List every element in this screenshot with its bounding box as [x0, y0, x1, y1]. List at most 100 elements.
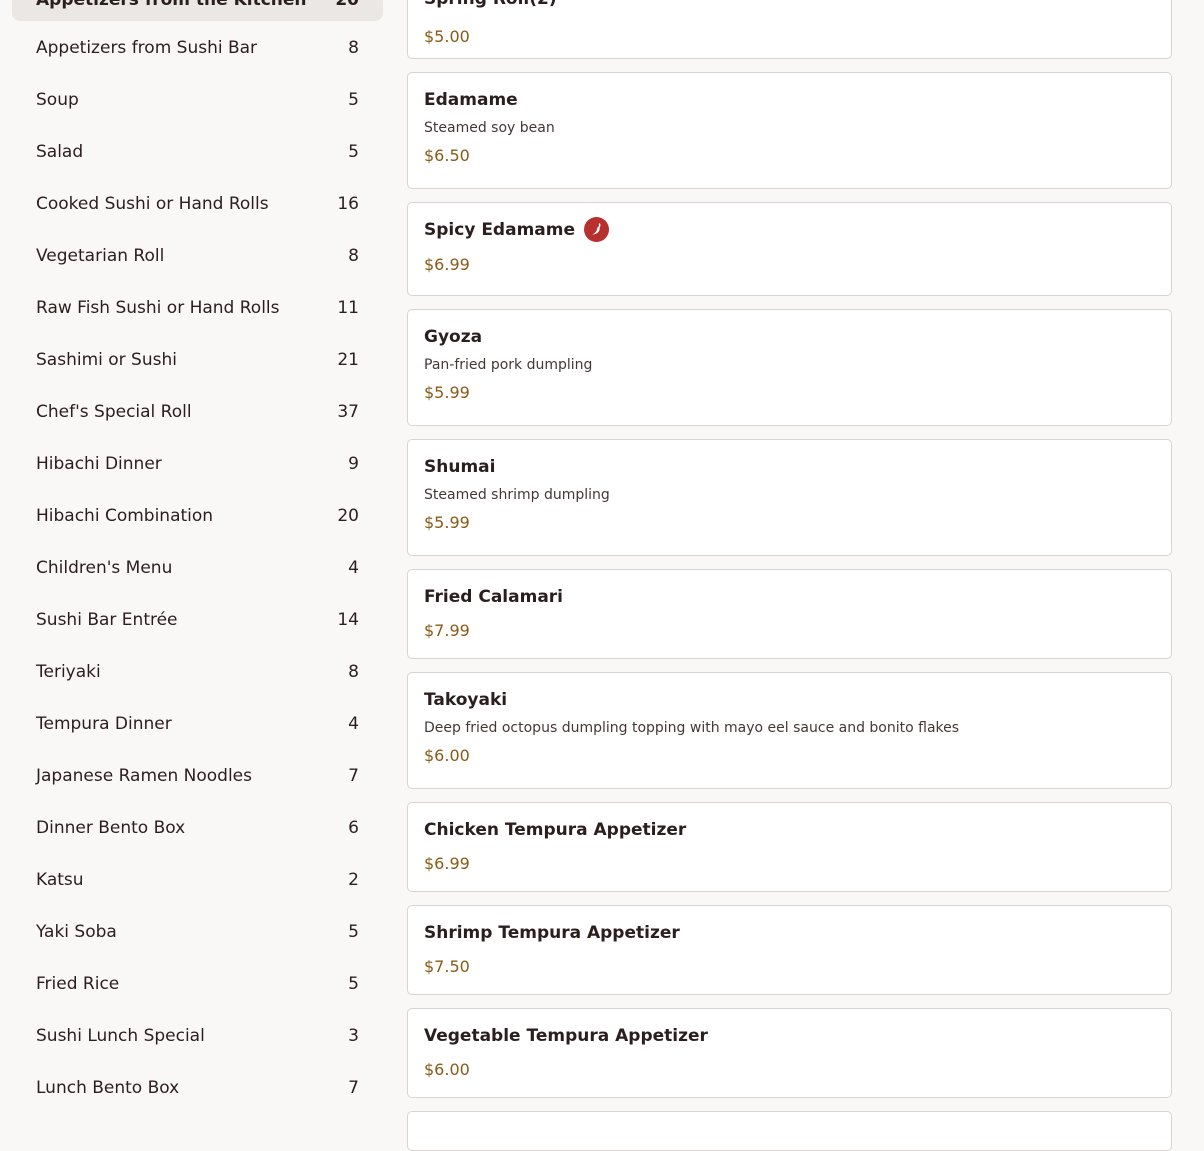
menu-item-card[interactable]: Chicken Tempura Appetizer $6.99	[407, 802, 1172, 892]
item-name: Spicy Edamame	[424, 219, 575, 240]
category-count: 6	[348, 818, 359, 838]
category-soup[interactable]: Soup 5	[12, 79, 383, 121]
category-count: 14	[337, 610, 359, 630]
category-japanese-ramen-noodles[interactable]: Japanese Ramen Noodles 7	[12, 755, 383, 797]
item-price: $6.00	[424, 1060, 470, 1079]
item-price: $6.50	[424, 146, 470, 165]
category-salad[interactable]: Salad 5	[12, 131, 383, 173]
category-teriyaki[interactable]: Teriyaki 8	[12, 651, 383, 693]
category-label: Sushi Bar Entrée	[36, 610, 178, 630]
category-appetizers-from-the-kitchen[interactable]: Appetizers from the Kitchen 20	[12, 0, 383, 21]
category-label: Appetizers from the Kitchen	[36, 0, 307, 10]
category-label: Sashimi or Sushi	[36, 350, 177, 370]
category-label: Fried Rice	[36, 974, 120, 994]
category-hibachi-dinner[interactable]: Hibachi Dinner 9	[12, 443, 383, 485]
category-count: 5	[348, 922, 359, 942]
item-name-row: Spicy Edamame	[424, 217, 1155, 242]
category-count: 5	[348, 142, 359, 162]
item-name: Vegetable Tempura Appetizer	[424, 1026, 708, 1046]
item-name: Spring Roll(2)	[424, 0, 1155, 9]
category-label: Katsu	[36, 870, 84, 890]
category-chefs-special-roll[interactable]: Chef's Special Roll 37	[12, 391, 383, 433]
menu-item-card[interactable]: Edamame Steamed soy bean $6.50	[407, 72, 1172, 189]
menu-item-card[interactable]: Vegetable Tempura Appetizer $6.00	[407, 1008, 1172, 1098]
item-name: Gyoza	[424, 327, 483, 347]
category-childrens-menu[interactable]: Children's Menu 4	[12, 547, 383, 589]
chili-pepper-icon	[592, 223, 601, 235]
menu-item-card[interactable]: Spicy Edamame $6.99	[407, 202, 1172, 296]
category-label: Lunch Bento Box	[36, 1078, 180, 1098]
category-label: Tempura Dinner	[36, 714, 172, 734]
category-tempura-dinner[interactable]: Tempura Dinner 4	[12, 703, 383, 745]
category-count: 20	[335, 0, 359, 10]
category-label: Teriyaki	[36, 662, 101, 682]
category-count: 8	[348, 38, 359, 58]
item-name: Fried Calamari	[424, 587, 563, 607]
category-cooked-sushi-or-hand-rolls[interactable]: Cooked Sushi or Hand Rolls 16	[12, 183, 383, 225]
item-description: Pan-fried pork dumpling	[424, 357, 593, 373]
menu-item-card[interactable]: Spring Roll(2) $5.00	[407, 0, 1172, 59]
item-name: Shumai	[424, 457, 496, 477]
item-name: Shrimp Tempura Appetizer	[424, 923, 680, 943]
menu-item-card[interactable]: Takoyaki Deep fried octopus dumpling top…	[407, 672, 1172, 789]
category-label: Cooked Sushi or Hand Rolls	[36, 194, 269, 214]
category-dinner-bento-box[interactable]: Dinner Bento Box 6	[12, 807, 383, 849]
item-price: $6.00	[424, 746, 470, 765]
category-label: Japanese Ramen Noodles	[36, 766, 252, 786]
category-label: Hibachi Combination	[36, 506, 214, 526]
category-hibachi-combination[interactable]: Hibachi Combination 20	[12, 495, 383, 537]
category-count: 8	[348, 246, 359, 266]
menu-item-card[interactable]	[407, 1111, 1172, 1151]
category-sashimi-or-sushi[interactable]: Sashimi or Sushi 21	[12, 339, 383, 381]
item-description: Steamed soy bean	[424, 120, 555, 136]
item-description: Steamed shrimp dumpling	[424, 487, 610, 503]
category-label: Vegetarian Roll	[36, 246, 165, 266]
category-count: 2	[348, 870, 359, 890]
category-count: 7	[348, 1078, 359, 1098]
category-label: Hibachi Dinner	[36, 454, 162, 474]
item-price: $6.99	[424, 854, 470, 873]
category-count: 9	[348, 454, 359, 474]
item-name: Chicken Tempura Appetizer	[424, 820, 687, 840]
category-sushi-lunch-special[interactable]: Sushi Lunch Special 3	[12, 1015, 383, 1057]
category-label: Sushi Lunch Special	[36, 1026, 205, 1046]
item-description: Deep fried octopus dumpling topping with…	[424, 720, 960, 736]
item-price: $5.99	[424, 513, 470, 532]
category-lunch-bento-box[interactable]: Lunch Bento Box 7	[12, 1067, 383, 1109]
category-count: 8	[348, 662, 359, 682]
category-raw-fish-sushi-or-hand-rolls[interactable]: Raw Fish Sushi or Hand Rolls 11	[12, 287, 383, 329]
category-count: 16	[337, 194, 359, 214]
item-price: $6.99	[424, 255, 470, 274]
category-label: Yaki Soba	[36, 922, 117, 942]
category-sidebar: Appetizers from the Kitchen 20 Appetizer…	[0, 0, 395, 1114]
category-label: Soup	[36, 90, 79, 110]
menu-item-card[interactable]: Gyoza Pan-fried pork dumpling $5.99	[407, 309, 1172, 426]
category-vegetarian-roll[interactable]: Vegetarian Roll 8	[12, 235, 383, 277]
category-count: 5	[348, 90, 359, 110]
item-price: $7.50	[424, 957, 470, 976]
menu-item-card[interactable]: Fried Calamari $7.99	[407, 569, 1172, 659]
category-count: 4	[348, 714, 359, 734]
category-count: 7	[348, 766, 359, 786]
category-count: 21	[337, 350, 359, 370]
category-count: 3	[348, 1026, 359, 1046]
menu-item-card[interactable]: Shrimp Tempura Appetizer $7.50	[407, 905, 1172, 995]
category-label: Children's Menu	[36, 558, 173, 578]
item-name: Takoyaki	[424, 690, 508, 710]
menu-item-list: Spring Roll(2) $5.00 Edamame Steamed soy…	[395, 0, 1204, 1151]
item-price: $7.99	[424, 621, 470, 640]
item-price: $5.00	[424, 27, 470, 46]
menu-item-card[interactable]: Shumai Steamed shrimp dumpling $5.99	[407, 439, 1172, 556]
category-count: 4	[348, 558, 359, 578]
category-label: Chef's Special Roll	[36, 402, 192, 422]
category-count: 37	[337, 402, 359, 422]
category-fried-rice[interactable]: Fried Rice 5	[12, 963, 383, 1005]
category-label: Salad	[36, 142, 84, 162]
category-katsu[interactable]: Katsu 2	[12, 859, 383, 901]
category-sushi-bar-entree[interactable]: Sushi Bar Entrée 14	[12, 599, 383, 641]
category-count: 11	[337, 298, 359, 318]
category-yaki-soba[interactable]: Yaki Soba 5	[12, 911, 383, 953]
category-appetizers-from-sushi-bar[interactable]: Appetizers from Sushi Bar 8	[12, 27, 383, 69]
category-label: Raw Fish Sushi or Hand Rolls	[36, 298, 280, 318]
item-price: $5.99	[424, 383, 470, 402]
